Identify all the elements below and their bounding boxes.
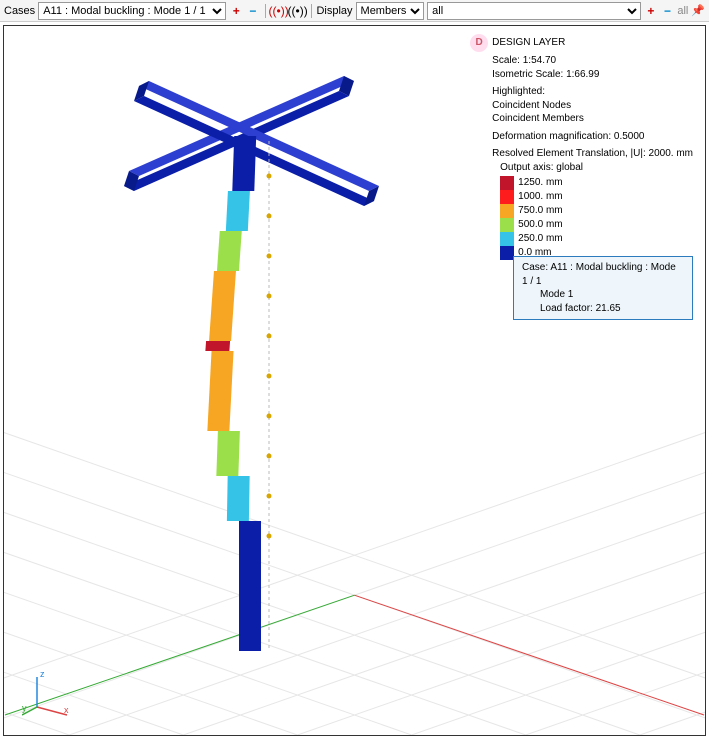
info-panel: D DESIGN LAYER Scale: 1:54.70 Isometric … — [470, 34, 693, 260]
legend-swatch — [500, 218, 514, 232]
legend-swatch — [500, 232, 514, 246]
cases-select[interactable]: A11 : Modal buckling : Mode 1 / 1 — [38, 2, 226, 20]
legend-value: 250.0 mm — [514, 232, 562, 246]
legend-swatch — [500, 190, 514, 204]
svg-text:z: z — [40, 669, 45, 679]
legend-value: 1000. mm — [514, 190, 562, 204]
scale-text: Scale: 1:54.70 — [492, 54, 693, 68]
antenna-red-icon[interactable]: ((•)) — [271, 3, 287, 19]
legend-value: 500.0 mm — [514, 218, 562, 232]
case-line1: Case: A11 : Modal buckling : Mode 1 / 1 — [522, 261, 684, 288]
color-legend: 1250. mm1000. mm750.0 mm500.0 mm250.0 mm… — [492, 176, 693, 260]
column — [205, 136, 261, 651]
coincident-nodes: Coincident Nodes — [492, 99, 693, 113]
axis-triad: z x y — [22, 667, 72, 717]
remove-case-button[interactable]: − — [246, 3, 260, 19]
legend-swatch — [500, 176, 514, 190]
iso-scale-text: Isometric Scale: 1:66.99 — [492, 68, 693, 82]
svg-text:y: y — [22, 703, 27, 713]
separator — [265, 4, 266, 18]
highlighted-label: Highlighted: — [492, 85, 693, 99]
add-filter-button[interactable]: + — [644, 3, 658, 19]
resolved-translation: Resolved Element Translation, |U|: 2000.… — [492, 147, 693, 161]
display-label: Display — [316, 5, 352, 17]
case-info-box: Case: A11 : Modal buckling : Mode 1 / 1 … — [513, 256, 693, 320]
toolbar: Cases A11 : Modal buckling : Mode 1 / 1 … — [0, 0, 709, 22]
legend-swatch — [500, 204, 514, 218]
deformation-mag: Deformation magnification: 0.5000 — [492, 130, 693, 144]
design-layer-label: DESIGN LAYER — [492, 36, 565, 50]
legend-value: 1250. mm — [514, 176, 562, 190]
undeformed-outline — [267, 141, 272, 651]
display-select[interactable]: Members — [356, 2, 425, 20]
output-axis: Output axis: global — [492, 161, 693, 175]
design-layer-badge: D — [470, 34, 488, 52]
filter-select[interactable]: all — [427, 2, 641, 20]
separator — [311, 4, 312, 18]
add-case-button[interactable]: + — [229, 3, 243, 19]
legend-value: 750.0 mm — [514, 204, 562, 218]
crossbeam-2 — [134, 81, 379, 206]
cases-label: Cases — [4, 5, 35, 17]
case-line3: Load factor: 21.65 — [522, 302, 684, 316]
coincident-members: Coincident Members — [492, 112, 693, 126]
all-label[interactable]: all — [677, 5, 688, 17]
pin-icon[interactable]: 📌 — [691, 4, 705, 17]
svg-text:x: x — [64, 705, 69, 715]
remove-filter-button[interactable]: − — [661, 3, 675, 19]
antenna-black-icon[interactable]: ((•)) — [290, 3, 306, 19]
viewport-3d[interactable]: D DESIGN LAYER Scale: 1:54.70 Isometric … — [3, 25, 706, 736]
case-line2: Mode 1 — [522, 288, 684, 302]
